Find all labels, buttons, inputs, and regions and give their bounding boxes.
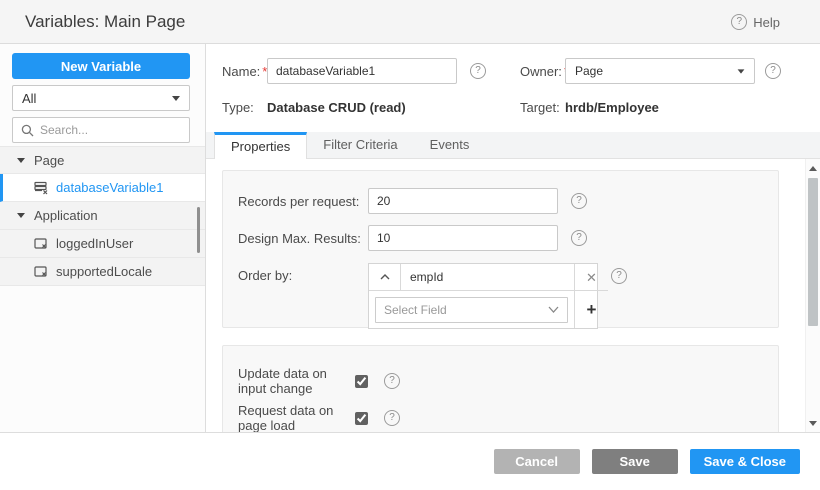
static-variable-icon	[34, 237, 48, 251]
variables-sidebar: New Variable All Page databaseVariable1	[0, 44, 206, 432]
remove-field-button[interactable]: ✕	[586, 271, 597, 284]
select-field-dropdown[interactable]: Select Field	[375, 297, 568, 323]
records-per-request-label: Records per request:	[238, 194, 368, 209]
chevron-down-icon	[548, 306, 559, 313]
tree-item-label: supportedLocale	[56, 264, 152, 279]
variable-filter-value: All	[22, 91, 36, 106]
order-by-label: Order by:	[238, 268, 368, 283]
tree-item-label: loggedInUser	[56, 236, 133, 251]
tab-filter-criteria[interactable]: Filter Criteria	[307, 132, 413, 158]
records-per-request-input[interactable]	[368, 188, 558, 214]
tree-group-label: Application	[34, 208, 98, 223]
tree-group-application[interactable]: Application	[0, 202, 205, 230]
variables-tree: Page databaseVariable1 Application logge…	[0, 146, 205, 286]
target-value: hrdb/Employee	[565, 100, 659, 115]
help-button[interactable]: ? Help	[731, 14, 780, 30]
main-scrollbar[interactable]	[805, 159, 820, 432]
order-by-help-icon[interactable]: ?	[611, 268, 627, 284]
design-max-results-label: Design Max. Results:	[238, 231, 368, 246]
owner-select[interactable]: Page	[565, 58, 755, 84]
tree-item-supportedlocale[interactable]: supportedLocale	[0, 258, 205, 286]
records-per-request-row: Records per request: ?	[238, 188, 587, 214]
help-label: Help	[753, 15, 780, 30]
sidebar-scrollbar-thumb[interactable]	[197, 207, 200, 253]
tab-properties[interactable]: Properties	[214, 132, 307, 159]
name-help-icon[interactable]: ?	[470, 63, 486, 79]
chevron-down-icon	[738, 69, 745, 73]
target-label: Target:	[520, 100, 560, 115]
data-settings-card: Records per request: ? Design Max. Resul…	[222, 170, 779, 328]
owner-help-icon[interactable]: ?	[765, 63, 781, 79]
order-by-field-cell	[369, 264, 574, 290]
tree-group-label: Page	[34, 153, 64, 168]
order-by-add-cell: +	[574, 290, 608, 328]
static-variable-icon	[34, 265, 48, 279]
order-by-row: Order by: ✕	[238, 263, 627, 329]
tree-item-label: databaseVariable1	[56, 180, 163, 195]
search-icon	[21, 124, 34, 137]
request-on-load-row: Request data on page load ?	[238, 403, 400, 432]
behavior-settings-card: Update data on input change ? Request da…	[222, 345, 779, 432]
add-field-button[interactable]: +	[587, 301, 597, 318]
update-on-input-row: Update data on input change ?	[238, 366, 400, 396]
type-value: Database CRUD (read)	[267, 100, 406, 115]
cancel-button[interactable]: Cancel	[494, 449, 580, 474]
request-help-icon[interactable]: ?	[384, 410, 400, 426]
type-target-row: Type: Database CRUD (read) Target: hrdb/…	[222, 100, 820, 118]
name-owner-row: Name:* ? Owner:* Page ?	[222, 58, 820, 84]
type-label: Type:	[222, 100, 254, 115]
page-title: Variables: Main Page	[25, 0, 185, 44]
variable-search[interactable]	[12, 117, 190, 143]
help-icon: ?	[731, 14, 747, 30]
new-variable-button[interactable]: New Variable	[12, 53, 190, 79]
tree-group-page[interactable]: Page	[0, 146, 205, 174]
tab-events[interactable]: Events	[414, 132, 486, 158]
order-by-widget: ✕ Select Field +	[368, 263, 598, 329]
request-on-load-label: Request data on page load	[238, 403, 355, 432]
database-variable-icon	[34, 181, 48, 195]
records-help-icon[interactable]: ?	[571, 193, 587, 209]
tree-item-databasevariable1[interactable]: databaseVariable1	[0, 174, 205, 202]
triangle-up-icon	[809, 166, 817, 171]
dialog-header: Variables: Main Page ? Help	[0, 0, 820, 44]
design-help-icon[interactable]: ?	[571, 230, 587, 246]
triangle-down-icon	[809, 421, 817, 426]
sort-direction-button[interactable]	[369, 264, 401, 290]
chevron-down-icon	[172, 96, 180, 101]
order-by-remove-cell: ✕	[574, 264, 608, 290]
chevron-down-icon	[17, 158, 25, 163]
tree-item-loggedinuser[interactable]: loggedInUser	[0, 230, 205, 258]
dialog-footer: Cancel Save Save & Close	[0, 432, 820, 490]
design-max-results-input[interactable]	[368, 225, 558, 251]
owner-label: Owner:*	[520, 64, 569, 79]
update-on-input-checkbox[interactable]	[355, 375, 368, 388]
order-by-select-cell: Select Field	[369, 290, 574, 328]
owner-select-value: Page	[575, 64, 603, 78]
detail-tabbar: Properties Filter Criteria Events	[206, 132, 820, 159]
scroll-up-button[interactable]	[806, 161, 820, 175]
save-button[interactable]: Save	[592, 449, 678, 474]
scrollbar-thumb[interactable]	[808, 178, 818, 326]
order-by-field-input[interactable]	[401, 264, 574, 290]
request-on-load-checkbox[interactable]	[355, 412, 368, 425]
scroll-down-button[interactable]	[806, 416, 820, 430]
update-on-input-label: Update data on input change	[238, 366, 355, 396]
design-max-results-row: Design Max. Results: ?	[238, 225, 587, 251]
save-and-close-button[interactable]: Save & Close	[690, 449, 800, 474]
update-help-icon[interactable]: ?	[384, 373, 400, 389]
chevron-up-icon	[380, 274, 390, 280]
variable-filter-select[interactable]: All	[12, 85, 190, 111]
select-field-placeholder: Select Field	[384, 303, 447, 317]
name-input[interactable]	[267, 58, 457, 84]
properties-scroll-area: Records per request: ? Design Max. Resul…	[206, 159, 820, 432]
variable-detail-panel: Name:* ? Owner:* Page ? Type: Database C…	[206, 44, 820, 432]
search-input[interactable]	[40, 123, 181, 137]
name-label: Name:*	[222, 64, 267, 79]
chevron-down-icon	[17, 213, 25, 218]
